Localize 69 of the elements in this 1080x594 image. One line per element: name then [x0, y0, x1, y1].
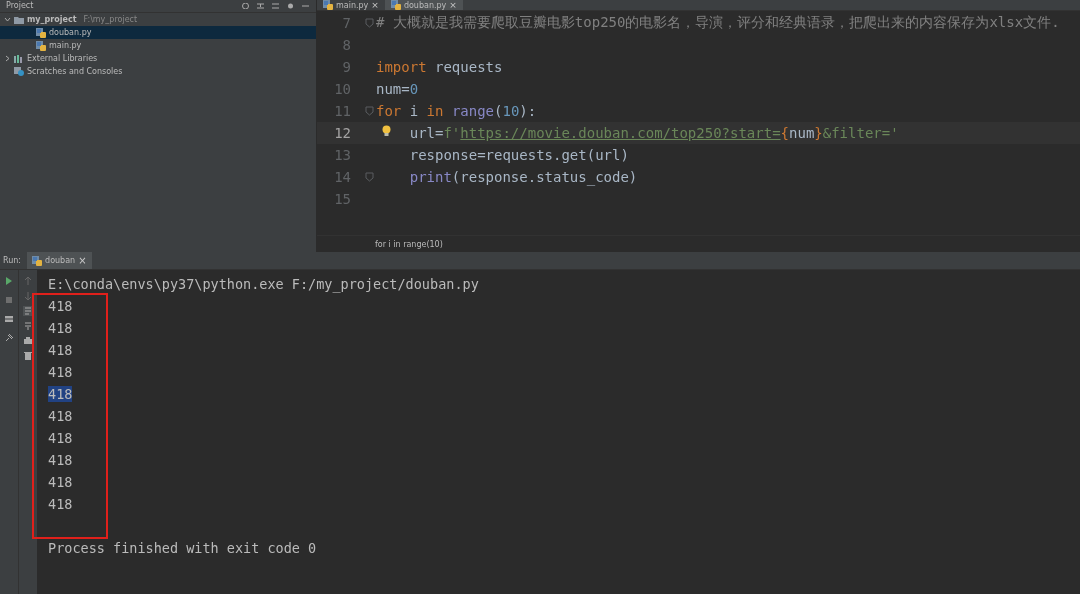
exit-status: Process finished with exit code 0	[48, 539, 318, 558]
tree-item[interactable]: douban.py	[0, 26, 316, 39]
path-hint: F:\my_project	[83, 15, 138, 24]
stop-icon[interactable]	[4, 295, 14, 305]
close-icon[interactable]: ×	[449, 0, 457, 10]
output-line: 418	[48, 408, 73, 424]
line-number: 9	[341, 59, 352, 75]
print-icon[interactable]	[23, 336, 33, 346]
python-file-icon	[390, 0, 401, 10]
line-number: 7	[341, 15, 352, 31]
tree-item[interactable]: External Libraries	[0, 52, 316, 65]
tree-item-label: External Libraries	[27, 54, 98, 63]
rerun-icon[interactable]	[4, 276, 14, 286]
expand-all-icon	[271, 3, 280, 9]
tree-item[interactable]: my_project F:\my_project	[0, 13, 316, 26]
output-line: 418	[48, 298, 73, 314]
breadcrumb[interactable]: for i in range(10)	[375, 239, 443, 249]
pane-title[interactable]: Project	[6, 1, 34, 11]
arrow-down-icon[interactable]	[23, 291, 33, 301]
tree-item-label: douban.py	[49, 28, 92, 37]
close-icon[interactable]: ×	[371, 0, 379, 10]
output-line: 418	[48, 496, 73, 512]
scratches-icon	[14, 67, 24, 76]
pin-icon[interactable]	[4, 333, 14, 343]
code-line: import requests	[376, 59, 503, 75]
editor-tab[interactable]: douban.py ×	[384, 0, 463, 10]
code-comment: # 大概就是我需要爬取豆瓣电影top250的电影名，导演，评分和经典语录，把爬出来的内容保存为xlsx文件.	[376, 14, 1060, 30]
tree-item-label: main.py	[49, 41, 82, 50]
settings-icon	[286, 3, 295, 9]
trash-icon[interactable]	[23, 351, 33, 361]
code-line: num=0	[376, 81, 419, 97]
tree-item[interactable]: main.py	[0, 39, 316, 52]
soft-wrap-icon[interactable]	[23, 306, 33, 316]
output-line: 418	[48, 342, 73, 358]
code-line: for i in range(10):	[376, 103, 537, 119]
code-line: print(response.status_code)	[408, 169, 638, 185]
line-number: 14	[333, 169, 352, 185]
layout-icon[interactable]	[4, 314, 14, 324]
python-file-icon	[36, 27, 46, 38]
output-line: 418	[48, 474, 73, 490]
line-number: 11	[333, 103, 352, 119]
output-line: 418	[48, 320, 73, 336]
scroll-to-end-icon[interactable]	[23, 321, 33, 331]
minimize-icon	[301, 3, 310, 9]
run-tab[interactable]: douban ×	[27, 252, 92, 269]
folder-icon	[14, 15, 24, 24]
line-number: 12	[333, 125, 352, 141]
output-line: 418	[48, 364, 73, 380]
tree-item-label: my_project	[27, 15, 77, 24]
code-line: response=requests.get(url)	[408, 147, 629, 163]
collapse-all-icon	[256, 3, 265, 9]
code-line: url=f'https://movie.douban.com/top250?start={num}&filter='	[408, 125, 899, 141]
tree-item-label: Scratches and Consoles	[27, 67, 123, 76]
line-number: 10	[333, 81, 352, 97]
close-icon[interactable]: ×	[78, 255, 87, 266]
tree-item[interactable]: Scratches and Consoles	[0, 65, 316, 78]
command-line: E:\conda\envs\py37\python.exe F:/my_project/douban.py	[48, 275, 480, 295]
line-number: 15	[333, 191, 352, 207]
python-file-icon	[32, 255, 43, 266]
target-icon	[241, 3, 250, 9]
output-line: 418	[48, 452, 73, 468]
run-label: Run:	[3, 256, 22, 265]
editor-tab[interactable]: main.py ×	[317, 0, 385, 10]
python-file-icon	[36, 40, 46, 51]
line-number: 13	[333, 147, 352, 163]
line-number: 8	[341, 37, 352, 53]
python-file-icon	[323, 0, 333, 10]
library-icon	[14, 54, 24, 63]
output-line: 418	[48, 430, 73, 446]
